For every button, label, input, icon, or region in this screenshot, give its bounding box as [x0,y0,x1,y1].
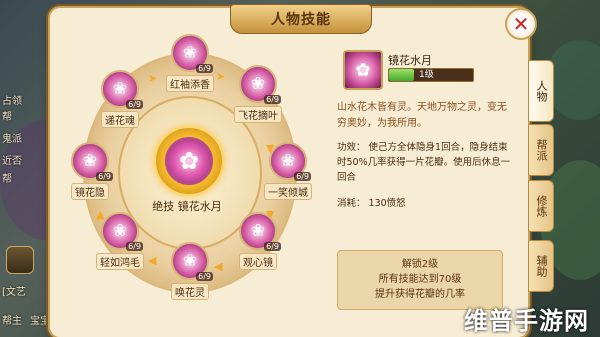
unlock-level: 解锁2级 [401,259,439,270]
skill-node-guanxin[interactable]: ❀ 6/9 观心镜 [218,212,298,270]
flower-icon: ❀ 6/9 [101,70,143,109]
skill-level: 6/9 [126,242,143,251]
skill-name: 轻如鸿毛 [96,253,144,270]
flower-icon: ❀ 6/9 [171,34,213,73]
tab-assist[interactable]: 辅助 [528,240,554,292]
tab-character[interactable]: 人物 [528,60,554,122]
skill-name: 递花魂 [101,111,139,128]
watermark: 维普手游网 [464,307,589,335]
skill-name: 一笑倾城 [264,183,312,200]
hud-text: 占领 [2,96,22,107]
hud-text: 帮 [2,112,12,123]
unlock-benefit: 提升获得花瓣的几率 [375,289,465,300]
hud-text: 近否 [2,156,22,167]
skill-effect: 功效： 使己方全体隐身1回合，隐身结束时50%几率获得一片花瓣。使用后休息一回合 [337,142,511,183]
skill-name: 观心镜 [239,253,277,270]
detail-skill-name: 镜花水月 [388,54,432,67]
flower-icon: ❀ 6/9 [269,142,311,181]
skill-wheel: ✿ 绝技 镜花水月 ➤ ▼ ▼ ◀ ◀ ▲ ▲ ➤ ❀6/9 红袖添香 ❀6/9… [58,30,316,330]
skill-name: 红袖添香 [166,75,214,92]
skill-node-yixiao[interactable]: ❀ 6/9 一笑倾城 [248,142,328,200]
hud-text: 宝宝 [30,316,50,327]
hud-text: [文艺 [2,287,26,298]
skill-level: 6/9 [196,64,213,73]
skill-node-huanhua[interactable]: ❀ 6/9 唤花灵 [150,242,230,300]
flower-icon: ❀ 6/9 [71,142,113,181]
skill-level-bar: 1级 [388,68,474,82]
skill-level: 6/9 [126,100,143,109]
skill-cost: 消耗： 130愤怒 [337,198,406,209]
skill-level: 6/9 [294,172,311,181]
lotus-icon: ✿ [343,50,383,90]
panel-title-text: 人物技能 [271,12,331,28]
skill-node-qingru[interactable]: ❀ 6/9 轻如鸿毛 [80,212,160,270]
skill-node-feihua[interactable]: ❀ 6/9 飞花摘叶 [218,65,298,123]
skill-level: 6/9 [96,172,113,181]
skill-description: 山水花木皆有灵。天地万物之灵，变无穷奥妙，为我所用。 [337,102,507,129]
close-button[interactable]: ✕ [505,8,537,40]
tab-guild[interactable]: 帮派 [528,124,554,176]
hud-text: 鬼派 [2,134,22,145]
skill-level-text: 1级 [419,70,434,80]
skill-node-dihua[interactable]: ❀ 6/9 递花魂 [80,70,160,128]
chat-button[interactable] [6,246,34,274]
close-icon: ✕ [512,12,530,36]
tab-cultivation[interactable]: 修炼 [528,180,554,232]
feather-icon: ❀ 6/9 [101,212,143,251]
ultimate-skill-orb[interactable]: ✿ [154,126,224,196]
skill-detail-pane: ✿ 镜花水月 1级 山水花木皆有灵。天地万物之灵，变无穷奥妙，为我所用。 功效：… [325,40,515,330]
flower-icon: ❀ 6/9 [239,212,281,251]
skill-level: 6/9 [264,95,281,104]
flower-icon: ❀ 6/9 [171,242,213,281]
unlock-requirement: 所有技能达到70级 [378,274,462,285]
skill-name: 飞花摘叶 [234,106,282,123]
skill-name: 唤花灵 [171,283,209,300]
skill-level: 6/9 [196,272,213,281]
skill-node-jinghua[interactable]: ❀ 6/9 镜花隐 [50,142,130,200]
hud-text: 帮主 [2,316,22,327]
skill-level: 6/9 [264,242,281,251]
hud-text: 帮 [2,174,12,185]
skill-level-fill [389,69,415,81]
flower-icon: ❀ 6/9 [239,65,281,104]
lotus-icon: ✿ [165,137,213,185]
skill-name: 镜花隐 [71,183,109,200]
